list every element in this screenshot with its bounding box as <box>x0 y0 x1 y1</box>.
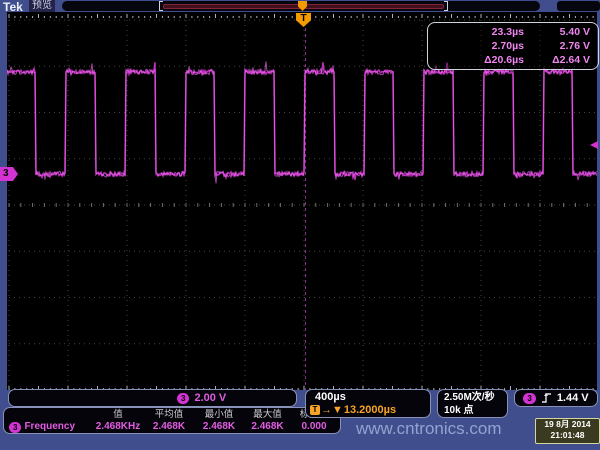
date-label: 19 8月 2014 <box>536 419 599 430</box>
measurement-header-max: 最大值 <box>244 409 291 421</box>
measurement-mean: 2.468K <box>144 421 194 433</box>
acquisition-mode-label: 预览 <box>29 0 55 12</box>
cursor-delta-volt: Δ2.64 V <box>524 54 590 67</box>
watermark: www.cntronics.com <box>356 419 501 439</box>
channel-scale-value: 2.00 V <box>194 392 226 404</box>
cursor-b-time: 2.70µs <box>428 40 524 53</box>
channel-badge: 3 <box>177 393 189 404</box>
measurement-row: 3 Frequency 2.468KHz 2.468K 2.468K 2.468… <box>6 421 337 433</box>
measurement-header-value: 值 <box>92 409 144 421</box>
trigger-level-value: 1.44 V <box>557 392 589 404</box>
trigger-delay-t-icon: T <box>310 405 320 415</box>
trigger-box: 3 1.44 V <box>514 389 598 407</box>
sample-rate-box: 2.50M次/秒 10k 点 <box>437 389 508 418</box>
sample-rate: 2.50M次/秒 <box>444 391 507 404</box>
record-view-bar <box>62 1 540 11</box>
measurement-header-min: 最小值 <box>194 409 244 421</box>
measurement-header-mean: 平均值 <box>144 409 194 421</box>
trigger-delay-value: 13.2000µs <box>344 404 396 416</box>
measurement-header-row: 值 平均值 最小值 最大值 标准差 <box>6 409 337 421</box>
measurement-channel-badge: 3 <box>9 422 21 433</box>
record-window-bracket-right <box>444 1 448 11</box>
scope-screen: Tek 预览 T 3 23.3µs 5.40 V 2.70µs 2.76 V Δ… <box>0 0 600 450</box>
trigger-delay-readout: T →▼ 13.2000µs <box>310 404 396 416</box>
trigger-channel-badge: 3 <box>523 393 535 404</box>
cursor-readout: 23.3µs 5.40 V 2.70µs 2.76 V Δ20.6µs Δ2.6… <box>427 22 599 70</box>
datetime-box: 19 8月 2014 21:01:48 <box>535 418 600 444</box>
record-length: 10k 点 <box>444 404 507 417</box>
timebase-scale: 400µs <box>315 391 346 403</box>
measurement-header-name <box>6 409 92 421</box>
time-label: 21:01:48 <box>536 430 599 441</box>
top-right-bar <box>557 1 600 11</box>
cursor-delta-time: Δ20.6µs <box>428 54 524 67</box>
measurement-min: 2.468K <box>194 421 244 433</box>
timebase-box: 400µs T →▼ 13.2000µs <box>305 389 431 418</box>
trigger-delay-arrow-icon: →▼ <box>321 404 343 416</box>
measurement-name: Frequency <box>24 421 75 433</box>
cursor-b-volt: 2.76 V <box>524 40 590 53</box>
measurement-table: 值 平均值 最小值 最大值 标准差 3 Frequency 2.468KHz 2… <box>3 407 341 434</box>
measurement-value: 2.468KHz <box>92 421 144 433</box>
trigger-level-arrow-icon <box>590 141 598 149</box>
record-window-bracket-left <box>159 1 163 11</box>
measurement-max: 2.468K <box>244 421 291 433</box>
channel-scale-box: 3 2.00 V <box>8 389 297 407</box>
cursor-a-time: 23.3µs <box>428 26 524 39</box>
measurement-stddev: 0.000 <box>291 421 337 433</box>
cursor-a-volt: 5.40 V <box>524 26 590 39</box>
record-trigger-icon <box>298 1 307 11</box>
rising-edge-icon <box>541 392 552 404</box>
